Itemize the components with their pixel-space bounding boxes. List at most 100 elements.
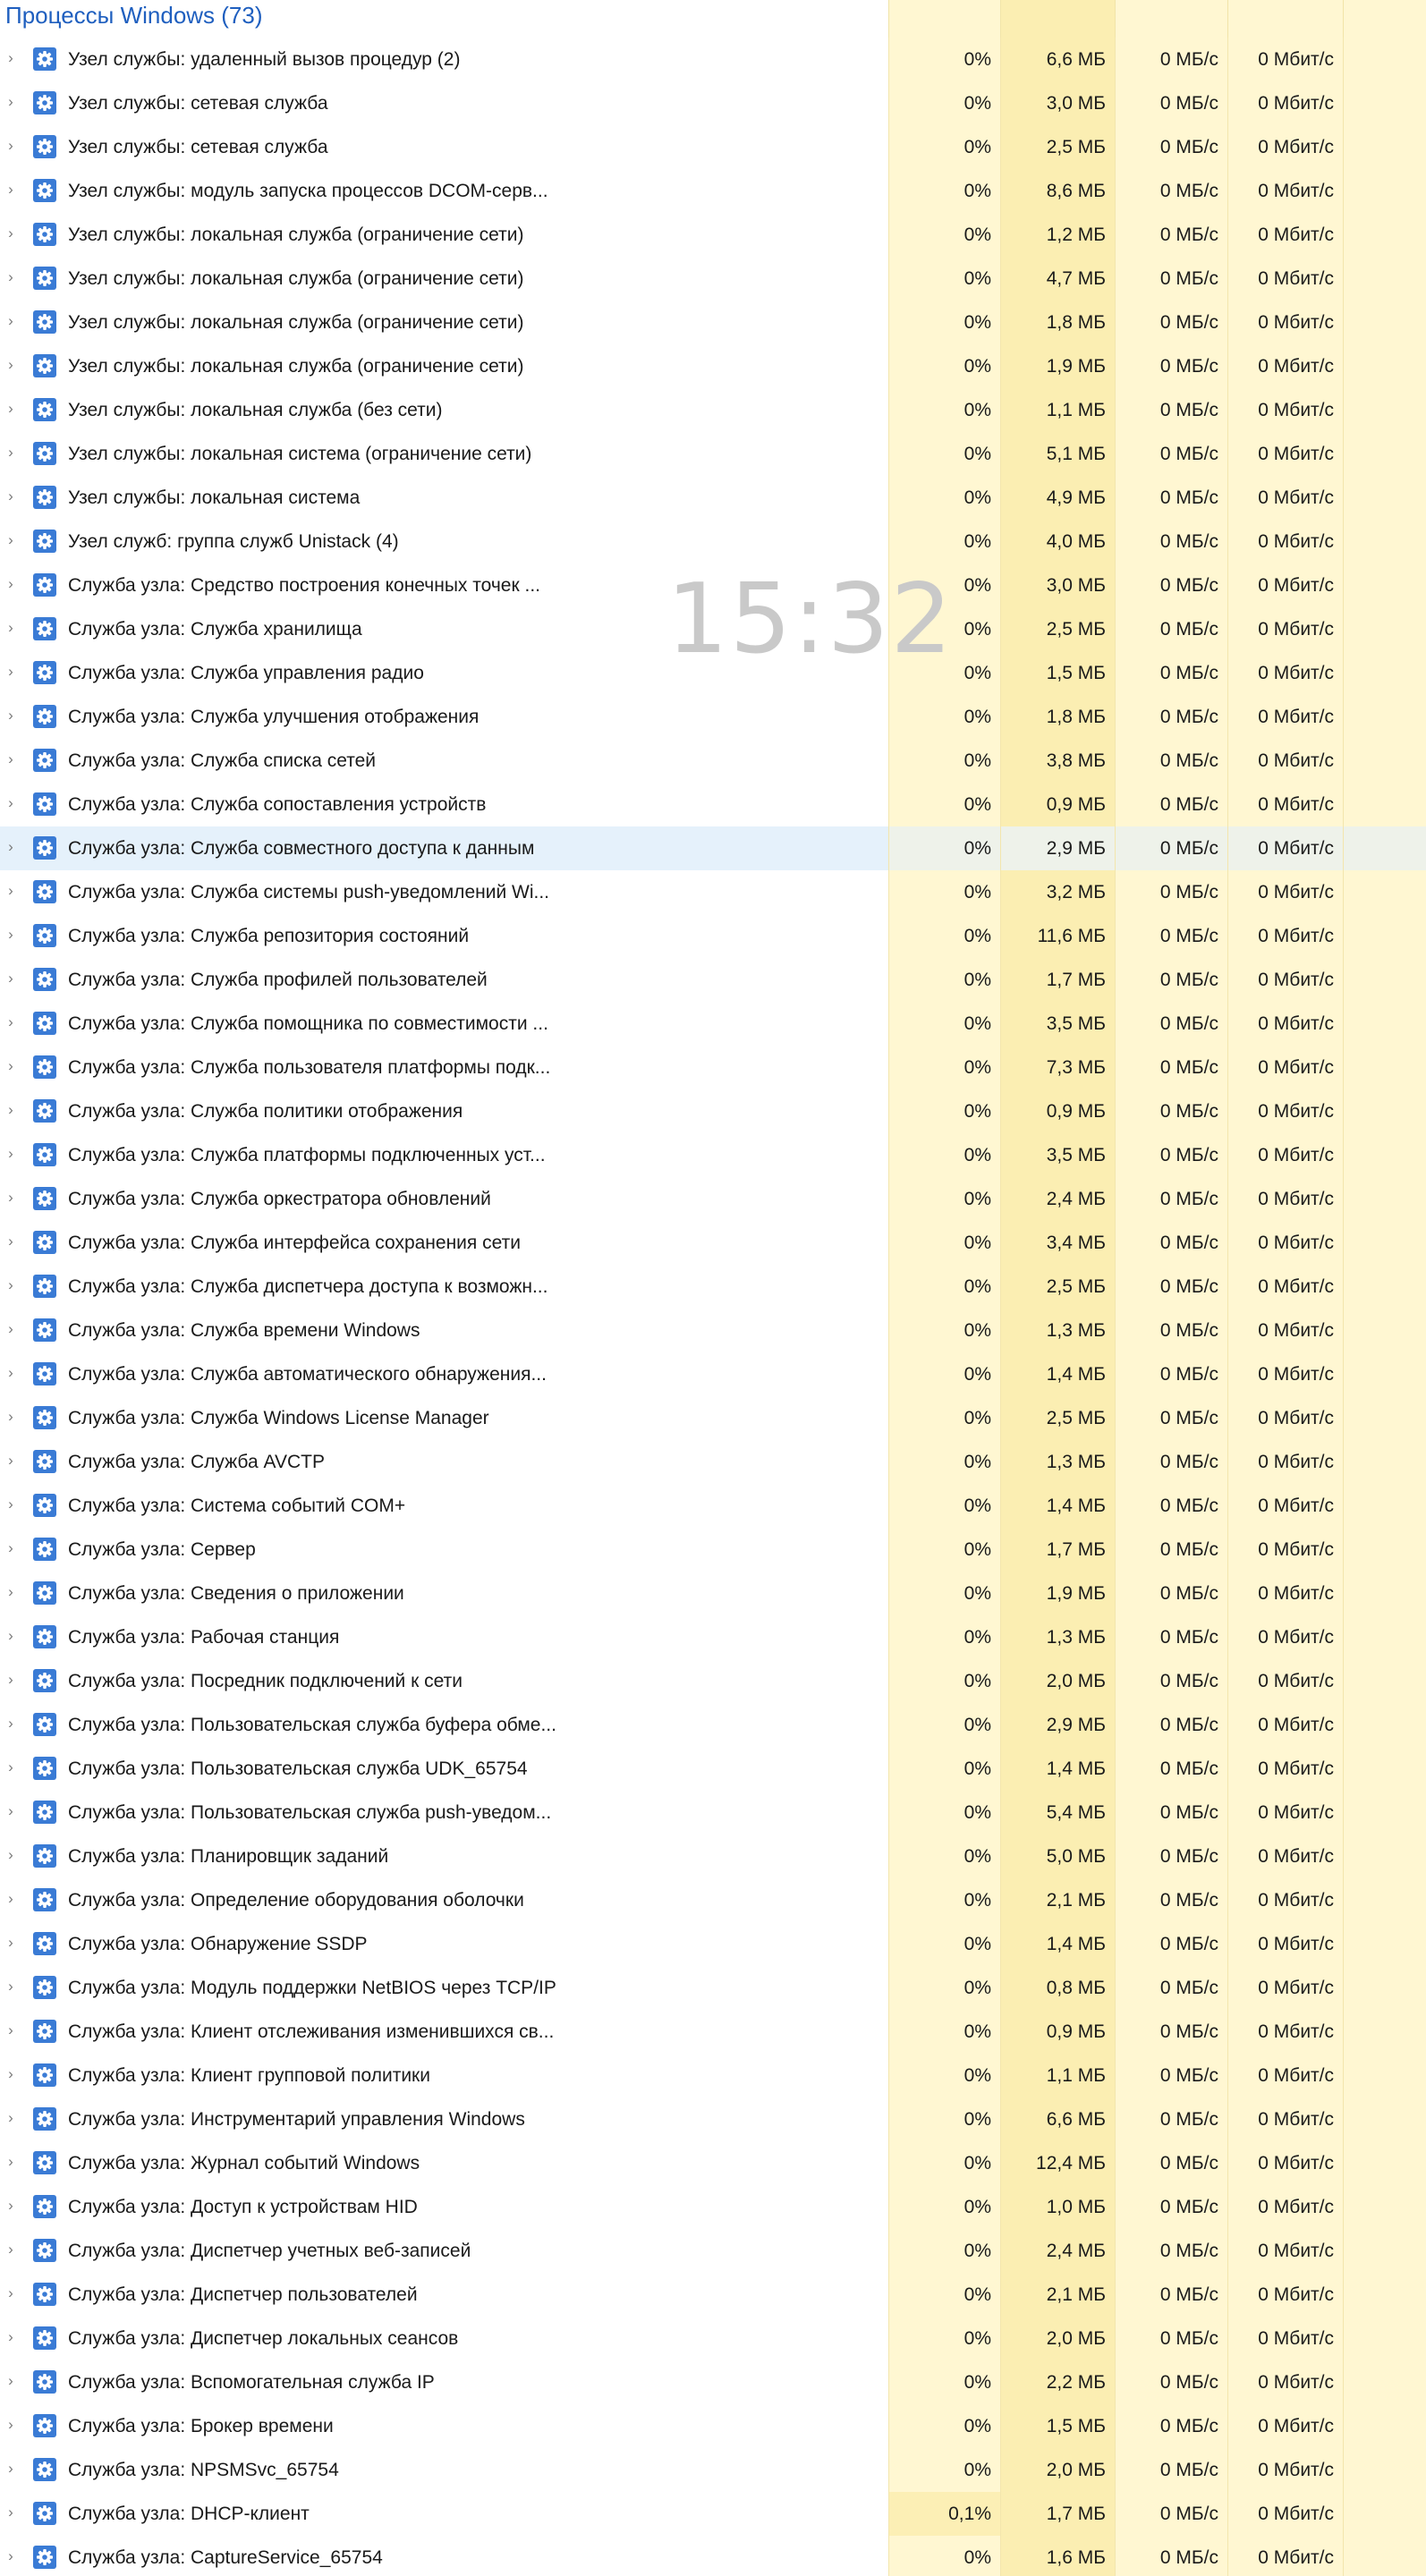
process-row[interactable]: › Узел службы: локальная служба (огранич… — [0, 344, 1426, 388]
process-row[interactable]: › Служба узла: Служба Windows License Ma… — [0, 1396, 1426, 1440]
process-row[interactable]: › Служба узла: Служба платформы подключе… — [0, 1133, 1426, 1177]
process-row[interactable]: › Служба узла: Служба сопоставления устр… — [0, 783, 1426, 826]
chevron-right-icon[interactable]: › — [4, 2417, 18, 2432]
process-row[interactable]: › Служба узла: Сведения о приложении 0% … — [0, 1572, 1426, 1615]
chevron-right-icon[interactable]: › — [4, 1058, 18, 1073]
process-row[interactable]: › Узел службы: локальная служба (без сет… — [0, 388, 1426, 432]
chevron-right-icon[interactable]: › — [4, 927, 18, 942]
process-row[interactable]: › Служба узла: Доступ к устройствам HID … — [0, 2185, 1426, 2229]
chevron-right-icon[interactable]: › — [4, 269, 18, 284]
process-row[interactable]: › Служба узла: Служба интерфейса сохране… — [0, 1221, 1426, 1265]
process-row[interactable]: › Служба узла: Планировщик заданий 0% 5,… — [0, 1835, 1426, 1878]
process-row[interactable]: › Служба узла: Диспетчер учетных веб-зап… — [0, 2229, 1426, 2273]
chevron-right-icon[interactable]: › — [4, 50, 18, 65]
chevron-right-icon[interactable]: › — [4, 2154, 18, 2169]
chevron-right-icon[interactable]: › — [4, 1716, 18, 1731]
process-row[interactable]: › Служба узла: Модуль поддержки NetBIOS … — [0, 1966, 1426, 2010]
chevron-right-icon[interactable]: › — [4, 2022, 18, 2038]
process-row[interactable]: › Служба узла: NPSMSvc_65754 0% 2,0 МБ 0… — [0, 2448, 1426, 2492]
chevron-right-icon[interactable]: › — [4, 1496, 18, 1512]
process-row[interactable]: › Служба узла: Сервер 0% 1,7 МБ 0 МБ/с 0… — [0, 1528, 1426, 1572]
chevron-right-icon[interactable]: › — [4, 751, 18, 767]
process-row[interactable]: › Узел службы: сетевая служба 0% 2,5 МБ … — [0, 125, 1426, 169]
process-row[interactable]: › Узел службы: локальная служба (огранич… — [0, 301, 1426, 344]
process-row[interactable]: › Служба узла: Служба времени Windows 0%… — [0, 1309, 1426, 1352]
process-row[interactable]: › Узел службы: удаленный вызов процедур … — [0, 38, 1426, 81]
chevron-right-icon[interactable]: › — [4, 1979, 18, 1994]
chevron-right-icon[interactable]: › — [4, 401, 18, 416]
chevron-right-icon[interactable]: › — [4, 1672, 18, 1687]
process-row[interactable]: › Служба узла: Инструментарий управления… — [0, 2097, 1426, 2141]
chevron-right-icon[interactable]: › — [4, 225, 18, 241]
chevron-right-icon[interactable]: › — [4, 2373, 18, 2388]
chevron-right-icon[interactable]: › — [4, 664, 18, 679]
chevron-right-icon[interactable]: › — [4, 1277, 18, 1292]
chevron-right-icon[interactable]: › — [4, 1759, 18, 1775]
chevron-right-icon[interactable]: › — [4, 708, 18, 723]
process-row[interactable]: › Служба узла: Пользовательская служба U… — [0, 1747, 1426, 1791]
process-row[interactable]: › Служба узла: Служба диспетчера доступа… — [0, 1265, 1426, 1309]
process-row[interactable]: › Служба узла: Служба помощника по совме… — [0, 1002, 1426, 1046]
process-row[interactable]: › Служба узла: Служба пользователя платф… — [0, 1046, 1426, 1089]
process-row[interactable]: › Служба узла: Служба репозитория состоя… — [0, 914, 1426, 958]
chevron-right-icon[interactable]: › — [4, 2329, 18, 2344]
process-row[interactable]: › Служба узла: Служба оркестратора обнов… — [0, 1177, 1426, 1221]
process-row[interactable]: › Служба узла: Посредник подключений к с… — [0, 1659, 1426, 1703]
chevron-right-icon[interactable]: › — [4, 1409, 18, 1424]
chevron-right-icon[interactable]: › — [4, 795, 18, 810]
process-row[interactable]: › Узел службы: локальная система (ограни… — [0, 432, 1426, 476]
chevron-right-icon[interactable]: › — [4, 1365, 18, 1380]
chevron-right-icon[interactable]: › — [4, 2285, 18, 2301]
process-row[interactable]: › Служба узла: Обнаружение SSDP 0% 1,4 М… — [0, 1922, 1426, 1966]
process-row[interactable]: › Служба узла: Пользовательская служба p… — [0, 1791, 1426, 1835]
chevron-right-icon[interactable]: › — [4, 1190, 18, 1205]
process-row[interactable]: › Узел службы: локальная служба (огранич… — [0, 257, 1426, 301]
group-title[interactable]: Процессы Windows (73) — [5, 0, 263, 30]
process-row[interactable]: › Служба узла: Служба списка сетей 0% 3,… — [0, 739, 1426, 783]
chevron-right-icon[interactable]: › — [4, 1014, 18, 1030]
process-row[interactable]: › Служба узла: Служба политики отображен… — [0, 1089, 1426, 1133]
chevron-right-icon[interactable]: › — [4, 1102, 18, 1117]
chevron-right-icon[interactable]: › — [4, 1935, 18, 1950]
process-row[interactable]: › Служба узла: Служба профилей пользоват… — [0, 958, 1426, 1002]
chevron-right-icon[interactable]: › — [4, 1233, 18, 1249]
chevron-right-icon[interactable]: › — [4, 2198, 18, 2213]
process-row[interactable]: › Служба узла: Диспетчер пользователей 0… — [0, 2273, 1426, 2317]
process-row[interactable]: › Служба узла: Определение оборудования … — [0, 1878, 1426, 1922]
chevron-right-icon[interactable]: › — [4, 532, 18, 547]
chevron-right-icon[interactable]: › — [4, 970, 18, 986]
chevron-right-icon[interactable]: › — [4, 357, 18, 372]
chevron-right-icon[interactable]: › — [4, 1540, 18, 1555]
chevron-right-icon[interactable]: › — [4, 2548, 18, 2563]
chevron-right-icon[interactable]: › — [4, 839, 18, 854]
chevron-right-icon[interactable]: › — [4, 2461, 18, 2476]
chevron-right-icon[interactable]: › — [4, 488, 18, 504]
process-row[interactable]: › Служба узла: Клиент групповой политики… — [0, 2054, 1426, 2097]
process-row[interactable]: › Служба узла: Рабочая станция 0% 1,3 МБ… — [0, 1615, 1426, 1659]
chevron-right-icon[interactable]: › — [4, 1321, 18, 1336]
process-row[interactable]: › Служба узла: Служба совместного доступ… — [0, 826, 1426, 870]
chevron-right-icon[interactable]: › — [4, 1891, 18, 1906]
chevron-right-icon[interactable]: › — [4, 1847, 18, 1862]
process-row[interactable]: › Служба узла: Служба улучшения отображе… — [0, 695, 1426, 739]
process-row[interactable]: › Служба узла: Клиент отслеживания измен… — [0, 2010, 1426, 2054]
chevron-right-icon[interactable]: › — [4, 576, 18, 591]
chevron-right-icon[interactable]: › — [4, 620, 18, 635]
process-row[interactable]: › Узел служб: группа служб Unistack (4) … — [0, 520, 1426, 564]
process-row[interactable]: › Служба узла: Вспомогательная служба IP… — [0, 2360, 1426, 2404]
chevron-right-icon[interactable]: › — [4, 1584, 18, 1599]
chevron-right-icon[interactable]: › — [4, 94, 18, 109]
process-row[interactable]: › Служба узла: Брокер времени 0% 1,5 МБ … — [0, 2404, 1426, 2448]
process-row[interactable]: › Узел службы: локальная система 0% 4,9 … — [0, 476, 1426, 520]
chevron-right-icon[interactable]: › — [4, 1803, 18, 1818]
chevron-right-icon[interactable]: › — [4, 2504, 18, 2520]
process-row[interactable]: › Служба узла: CaptureService_65754 0% 1… — [0, 2536, 1426, 2576]
process-row[interactable]: › Служба узла: Пользовательская служба б… — [0, 1703, 1426, 1747]
process-row[interactable]: › Служба узла: Журнал событий Windows 0%… — [0, 2141, 1426, 2185]
chevron-right-icon[interactable]: › — [4, 182, 18, 197]
process-row[interactable]: › Служба узла: Служба управления радио 0… — [0, 651, 1426, 695]
chevron-right-icon[interactable]: › — [4, 2241, 18, 2257]
chevron-right-icon[interactable]: › — [4, 445, 18, 460]
process-row[interactable]: › Служба узла: DHCP-клиент 0,1% 1,7 МБ 0… — [0, 2492, 1426, 2536]
process-row[interactable]: › Служба узла: Диспетчер локальных сеанс… — [0, 2317, 1426, 2360]
